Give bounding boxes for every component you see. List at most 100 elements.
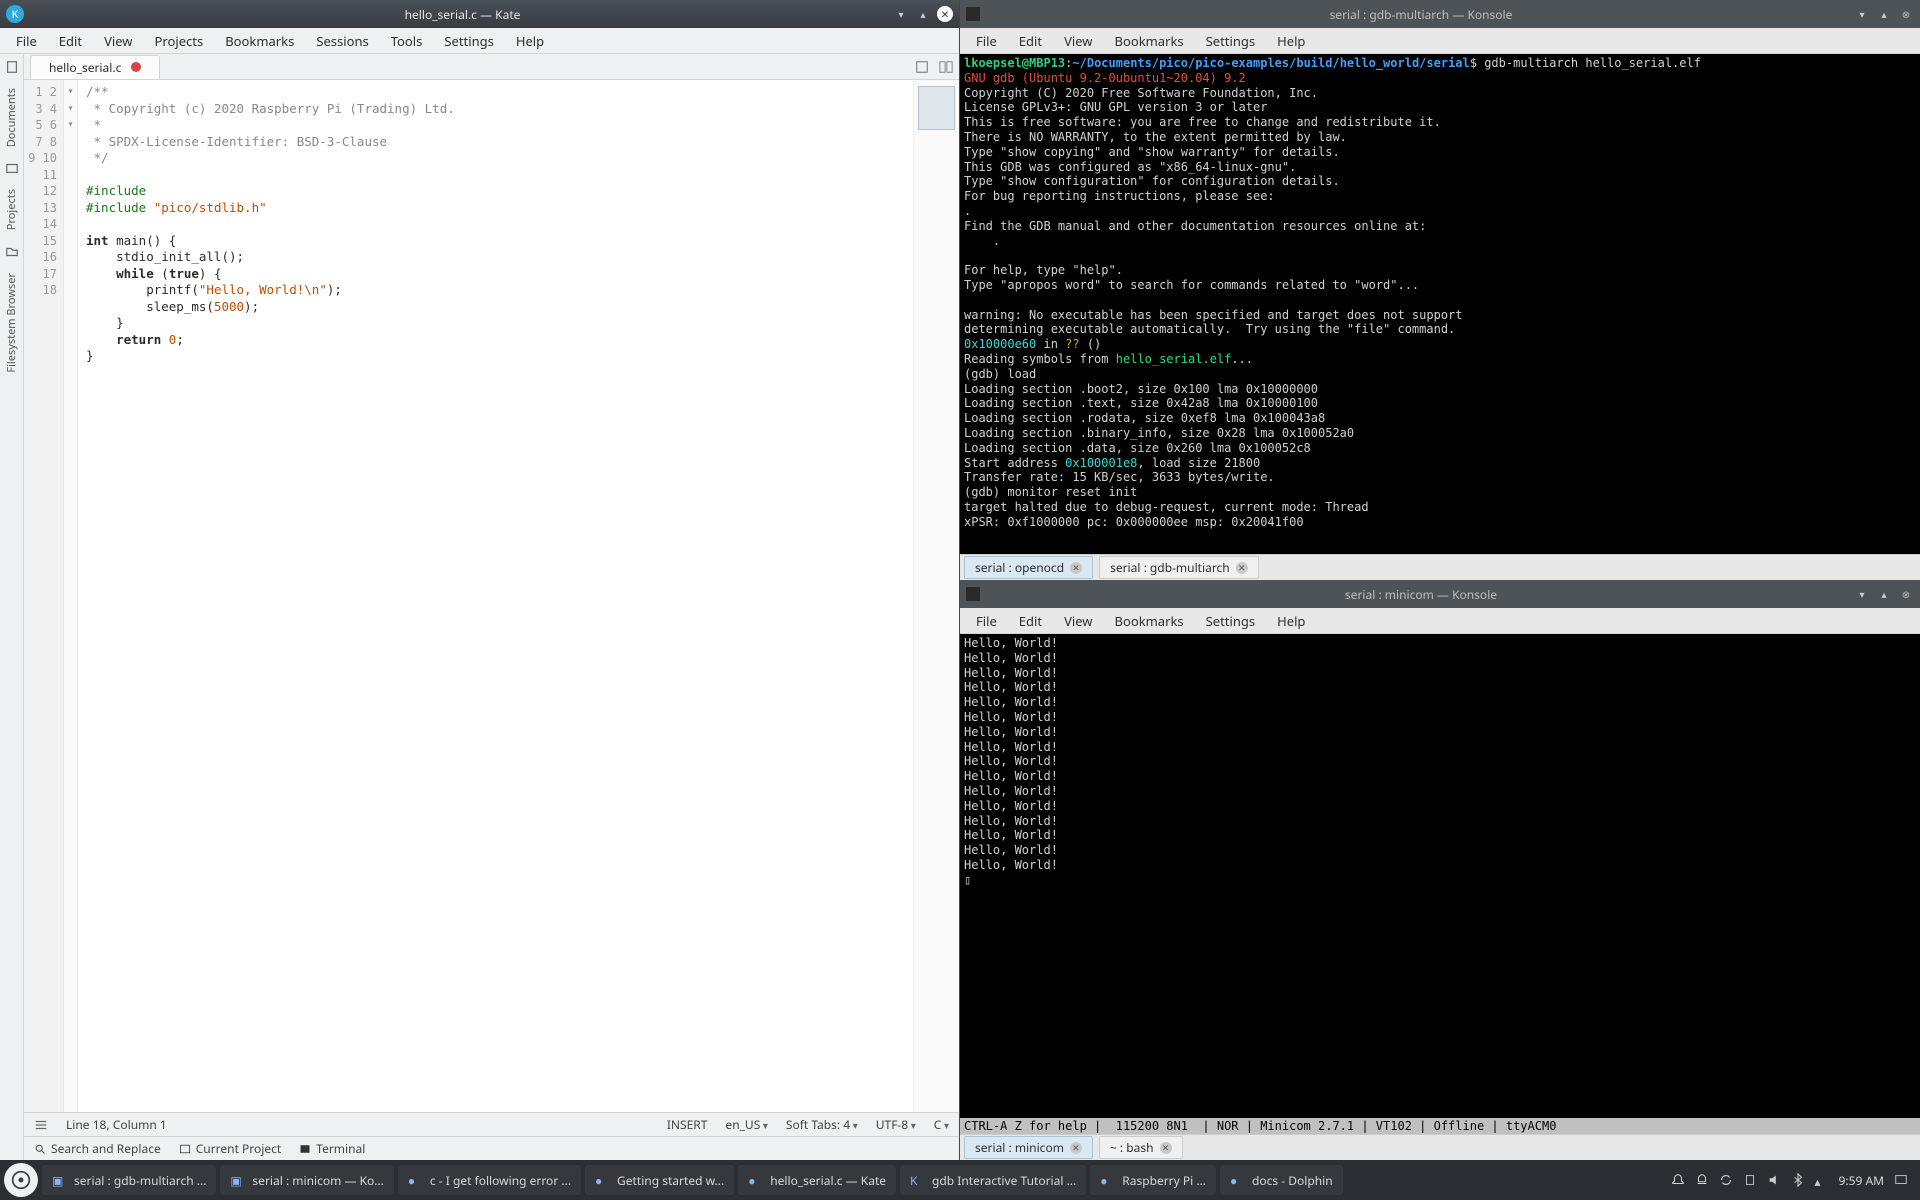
kate-bottom-toolbar: Search and Replace Current Project Termi… [24, 1136, 959, 1160]
gdb-tabs: serial : openocd ✕ serial : gdb-multiarc… [960, 554, 1920, 580]
mini-titlebar[interactable]: serial : minicom — Konsole ▾ ▴ ⊗ [960, 580, 1920, 608]
tab-gdb-multiarch[interactable]: serial : gdb-multiarch ✕ [1099, 556, 1259, 579]
status-language[interactable]: C [934, 1116, 949, 1133]
menu-tools[interactable]: Tools [381, 29, 433, 53]
menu-view[interactable]: View [1054, 609, 1102, 633]
status-locale[interactable]: en_US [725, 1116, 768, 1133]
projects-icon[interactable] [5, 161, 19, 175]
tab-label: serial : openocd [975, 559, 1064, 576]
tab-openocd[interactable]: serial : openocd ✕ [964, 556, 1093, 579]
current-project-button[interactable]: Current Project [179, 1140, 282, 1157]
menu-edit[interactable]: Edit [1009, 609, 1052, 633]
bluetooth-icon[interactable] [1791, 1173, 1805, 1187]
code-editor[interactable]: /** * Copyright (c) 2020 Raspberry Pi (T… [78, 80, 913, 1112]
task-label: gdb Interactive Tutorial ... [932, 1172, 1076, 1189]
show-desktop-icon[interactable] [1894, 1173, 1908, 1187]
tab-hello-serial[interactable]: hello_serial.c [30, 55, 160, 79]
menu-edit[interactable]: Edit [1009, 29, 1052, 53]
bell-icon[interactable] [1695, 1173, 1709, 1187]
taskbar-item[interactable]: ●docs - Dolphin [1220, 1165, 1343, 1195]
status-encoding[interactable]: UTF-8 [876, 1116, 916, 1133]
konsole-minicom-window: serial : minicom — Konsole ▾ ▴ ⊗ File Ed… [960, 580, 1920, 1160]
menu-projects[interactable]: Projects [145, 29, 214, 53]
menu-settings[interactable]: Settings [1196, 29, 1265, 53]
taskbar-item[interactable]: ▣serial : minicom — Ko... [220, 1165, 394, 1195]
taskbar-item[interactable]: ▣serial : gdb-multiarch ... [42, 1165, 216, 1195]
menu-bookmarks[interactable]: Bookmarks [1105, 29, 1194, 53]
sidebar-documents[interactable]: Documents [4, 84, 19, 151]
kate-window: K hello_serial.c — Kate ▾ ▴ ✕ File Edit … [0, 0, 960, 1160]
minicom-terminal[interactable]: Hello, World! Hello, World! Hello, World… [960, 634, 1920, 1118]
taskbar-item[interactable]: ●hello_serial.c — Kate [738, 1165, 896, 1195]
tab-close-icon[interactable]: ✕ [1070, 562, 1082, 574]
tab-bash[interactable]: ~ : bash ✕ [1099, 1136, 1183, 1159]
notifications-icon[interactable] [1671, 1173, 1685, 1187]
menu-help[interactable]: Help [506, 29, 554, 53]
menu-edit[interactable]: Edit [49, 29, 92, 53]
taskbar-item[interactable]: ●Raspberry Pi ... [1090, 1165, 1216, 1195]
menu-bookmarks[interactable]: Bookmarks [1105, 609, 1194, 633]
fold-column[interactable]: ▾ ▾ ▾ [64, 80, 78, 1112]
gdb-terminal[interactable]: lkoepsel@MBP13:~/Documents/pico/pico-exa… [960, 54, 1920, 554]
maximize-icon[interactable]: ▴ [1876, 6, 1892, 22]
terminal-panel-button[interactable]: Terminal [299, 1140, 365, 1157]
status-tabs[interactable]: Soft Tabs: 4 [786, 1116, 858, 1133]
split-view-icon[interactable] [939, 60, 953, 74]
menu-file[interactable]: File [966, 609, 1007, 633]
new-tab-icon[interactable] [915, 60, 929, 74]
menu-file[interactable]: File [966, 29, 1007, 53]
documents-icon[interactable] [5, 60, 19, 74]
close-icon[interactable]: ✕ [937, 6, 953, 22]
app-icon: ● [595, 1172, 611, 1188]
menu-bookmarks[interactable]: Bookmarks [215, 29, 304, 53]
kate-titlebar[interactable]: K hello_serial.c — Kate ▾ ▴ ✕ [0, 0, 959, 28]
menu-help[interactable]: Help [1267, 609, 1315, 633]
kate-menubar: File Edit View Projects Bookmarks Sessio… [0, 28, 959, 54]
tab-minicom[interactable]: serial : minicom ✕ [964, 1136, 1093, 1159]
menu-settings[interactable]: Settings [434, 29, 503, 53]
close-icon[interactable]: ⊗ [1898, 6, 1914, 22]
gdb-titlebar[interactable]: serial : gdb-multiarch — Konsole ▾ ▴ ⊗ [960, 0, 1920, 28]
task-label: Raspberry Pi ... [1122, 1172, 1206, 1189]
search-replace-button[interactable]: Search and Replace [34, 1140, 161, 1157]
app-icon: ▣ [230, 1172, 246, 1188]
tab-label: hello_serial.c [49, 59, 121, 76]
menu-view[interactable]: View [94, 29, 142, 53]
taskbar-item[interactable]: ●c - I get following error ... [398, 1165, 581, 1195]
tab-close-icon[interactable] [131, 62, 141, 72]
status-insert[interactable]: INSERT [667, 1116, 708, 1133]
tab-close-icon[interactable]: ✕ [1236, 562, 1248, 574]
clock[interactable]: 9:59 AM [1839, 1172, 1884, 1189]
volume-icon[interactable] [1767, 1173, 1781, 1187]
minimap[interactable] [913, 80, 959, 1112]
minimap-thumb[interactable] [918, 86, 955, 130]
menu-view[interactable]: View [1054, 29, 1102, 53]
search-label: Search and Replace [51, 1140, 161, 1157]
minimize-icon[interactable]: ▾ [893, 6, 909, 22]
tab-close-icon[interactable]: ✕ [1070, 1142, 1082, 1154]
project-icon [179, 1143, 191, 1155]
clipboard-icon[interactable] [1743, 1173, 1757, 1187]
konsole-app-icon [966, 7, 980, 21]
hamburger-icon[interactable] [34, 1118, 48, 1132]
menu-file[interactable]: File [6, 29, 47, 53]
close-icon[interactable]: ⊗ [1898, 586, 1914, 602]
maximize-icon[interactable]: ▴ [1876, 586, 1892, 602]
taskbar-item[interactable]: Kgdb Interactive Tutorial ... [900, 1165, 1086, 1195]
sidebar-filesystem[interactable]: Filesystem Browser [4, 269, 19, 377]
filesystem-icon[interactable] [5, 245, 19, 259]
minimize-icon[interactable]: ▾ [1854, 6, 1870, 22]
sidebar-projects[interactable]: Projects [4, 185, 19, 234]
tab-close-icon[interactable]: ✕ [1160, 1142, 1172, 1154]
gdb-title: serial : gdb-multiarch — Konsole [988, 6, 1854, 23]
taskbar-item[interactable]: ●Getting started w... [585, 1165, 734, 1195]
start-button[interactable] [4, 1163, 38, 1197]
chevron-up-icon[interactable]: ▴ [1815, 1173, 1829, 1187]
status-cursor: Line 18, Column 1 [66, 1116, 167, 1133]
menu-settings[interactable]: Settings [1196, 609, 1265, 633]
sync-icon[interactable] [1719, 1173, 1733, 1187]
menu-help[interactable]: Help [1267, 29, 1315, 53]
maximize-icon[interactable]: ▴ [915, 6, 931, 22]
menu-sessions[interactable]: Sessions [306, 29, 378, 53]
minimize-icon[interactable]: ▾ [1854, 586, 1870, 602]
